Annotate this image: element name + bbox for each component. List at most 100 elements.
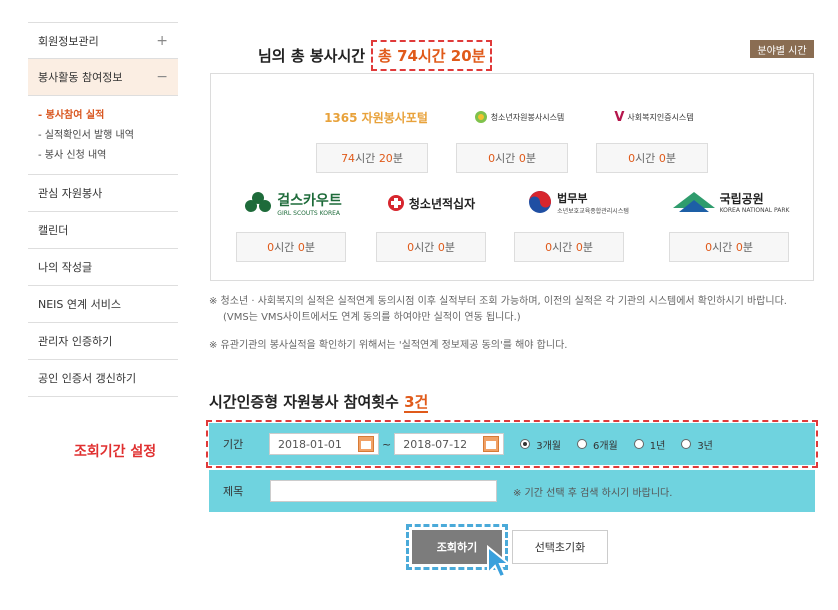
hours-youth-volunteer: 0 시간 0분	[456, 143, 568, 173]
radio-1-year[interactable]: 1년	[633, 437, 666, 452]
sidebar-item-neis[interactable]: NEIS 연계 서비스	[28, 286, 178, 323]
sidebar-submenu: - 봉사참여 실적 - 실적확인서 발행 내역 - 봉사 신청 내역	[28, 96, 178, 175]
sidebar-subitem-certificate[interactable]: - 실적확인서 발행 내역	[38, 126, 168, 146]
hours-unit: 시간	[355, 152, 376, 165]
hours-unit: 시간	[414, 241, 435, 254]
hours-national-park: 0 시간 0분	[669, 232, 789, 262]
logo-girl-scouts: 걸스카우트 GIRL SCOUTS KOREA	[231, 186, 356, 220]
reset-button[interactable]: 선택초기화	[512, 530, 608, 564]
radio-label: 3개월	[536, 440, 561, 452]
field-hours-button[interactable]: 분야별 시간	[750, 40, 814, 58]
radio-3-months[interactable]: 3개월	[520, 437, 561, 452]
period-label: 기간	[223, 438, 244, 451]
logo-ministry-justice-sub: 소년보호교육종합관리시스템	[557, 207, 629, 215]
logo-national-park-sub: KOREA NATIONAL PARK	[719, 207, 790, 214]
notice-line-2: (VMS는 VMS사이트에서도 연계 동의를 하여야만 실적이 연동 됩니다.)	[223, 312, 521, 323]
radio-6-months[interactable]: 6개월	[576, 437, 618, 452]
hours-num: 0	[705, 240, 713, 254]
period-setting-annotation: 조회기간 설정	[74, 444, 157, 460]
radio-3-years[interactable]: 3년	[681, 437, 713, 452]
participation-count-value: 3건	[404, 393, 429, 413]
min-unit: 분	[525, 152, 536, 165]
min-num: 0	[297, 240, 305, 254]
logo-youth-volunteer: 청소년자원봉사시스템	[469, 104, 569, 130]
sidebar-subitem-applications[interactable]: - 봉사 신청 내역	[38, 146, 168, 166]
logo-youth-red-cross: 청소년적십자	[376, 190, 486, 216]
sidebar-item-label: 캘린더	[38, 224, 69, 237]
sidebar-item-admin-auth[interactable]: 관리자 인증하기	[28, 323, 178, 360]
sidebar-item-calendar[interactable]: 캘린더	[28, 212, 178, 249]
v-logo-icon: V	[614, 109, 625, 125]
sidebar-item-label: 봉사활동 참여정보	[38, 71, 123, 84]
sidebar-item-label: NEIS 연계 서비스	[38, 298, 121, 311]
min-num: 20	[378, 151, 393, 165]
hours-unit: 시간	[635, 152, 656, 165]
sidebar-item-cert-renew[interactable]: 공인 인증서 갱신하기	[28, 360, 178, 397]
sidebar-item-member-info[interactable]: 회원정보관리 +	[28, 22, 178, 59]
clover-icon	[245, 192, 272, 212]
title-search-row: 제목 ※ 기간 선택 후 검색 하시기 바랍니다.	[209, 470, 815, 512]
logo-national-park-text: 국립공원	[719, 192, 764, 206]
calendar-icon[interactable]	[358, 436, 374, 452]
participation-count-heading: 시간인증형 자원봉사 참여횟수 3건	[209, 391, 429, 413]
radio-dot[interactable]	[576, 439, 587, 449]
radio-dot[interactable]	[681, 439, 692, 449]
end-date-value: 2018-07-12	[403, 437, 468, 451]
radio-label: 6개월	[592, 440, 618, 452]
title-input[interactable]	[270, 480, 497, 502]
logo-social-welfare: V 사회복지인증시스템	[609, 104, 699, 130]
title-label: 제목	[223, 485, 244, 498]
logo-girl-scouts-text: 걸스카우트	[277, 192, 342, 209]
logo-national-park: 국립공원 KOREA NATIONAL PARK	[666, 187, 796, 217]
hours-unit: 시간	[712, 241, 733, 254]
hours-unit: 시간	[495, 152, 516, 165]
hours-ministry-justice: 0 시간 0분	[514, 232, 624, 262]
radio-dot[interactable]	[520, 439, 531, 449]
logo-1365: 1365 자원봉사포털	[316, 104, 436, 130]
plus-icon[interactable]: +	[156, 33, 168, 49]
hours-num: 0	[488, 151, 496, 165]
min-num: 0	[437, 240, 445, 254]
participation-count-title: 시간인증형 자원봉사 참여횟수	[209, 393, 399, 411]
period-search-row: 기간 2018-01-01 ~ 2018-07-12 3개월 6개월 1년 3년	[206, 420, 818, 468]
min-unit: 분	[665, 152, 676, 165]
sidebar-item-interest[interactable]: 관심 자원봉사	[28, 175, 178, 212]
sidebar-item-label: 관리자 인증하기	[38, 335, 113, 348]
logo-social-welfare-text: 사회복지인증시스템	[627, 112, 694, 122]
radio-dot[interactable]	[633, 439, 644, 449]
start-date-input[interactable]: 2018-01-01	[269, 433, 379, 455]
hours-social-welfare: 0 시간 0분	[596, 143, 708, 173]
sidebar: 회원정보관리 + 봉사활동 참여정보 − - 봉사참여 실적 - 실적확인서 발…	[28, 22, 178, 397]
min-unit: 분	[582, 241, 593, 254]
radio-label: 1년	[649, 440, 666, 452]
logo-girl-scouts-sub: GIRL SCOUTS KOREA	[277, 209, 341, 217]
hours-num: 0	[407, 240, 415, 254]
min-unit: 분	[392, 152, 403, 165]
radio-label: 3년	[697, 440, 713, 452]
sidebar-item-volunteer-info[interactable]: 봉사활동 참여정보 −	[28, 59, 178, 96]
minus-icon[interactable]: −	[156, 69, 168, 85]
search-hint: ※ 기간 선택 후 검색 하시기 바랍니다.	[513, 487, 673, 499]
min-num: 0	[575, 240, 583, 254]
min-unit: 분	[742, 241, 753, 254]
mountain-icon	[672, 192, 715, 212]
notice-text: ※ 청소년 · 사회복지의 실적은 실적연계 동의시점 이후 실적부터 조회 가…	[209, 294, 809, 354]
min-num: 0	[735, 240, 743, 254]
sidebar-item-label: 나의 작성글	[38, 261, 93, 274]
logo-1365-text: 1365 자원봉사포털	[324, 110, 428, 125]
hours-unit: 시간	[552, 241, 573, 254]
taegeuk-icon	[529, 191, 552, 213]
hours-1365: 74 시간 20 분	[316, 143, 428, 173]
calendar-icon[interactable]	[483, 436, 500, 452]
hours-num: 0	[267, 240, 275, 254]
red-cross-icon	[387, 195, 404, 211]
sidebar-subitem-records[interactable]: - 봉사참여 실적	[38, 106, 168, 126]
mouse-cursor-icon	[487, 545, 512, 579]
youth-volunteer-icon	[474, 111, 487, 123]
end-date-input[interactable]: 2018-07-12	[394, 433, 505, 455]
hours-num: 0	[628, 151, 636, 165]
sidebar-item-my-posts[interactable]: 나의 작성글	[28, 249, 178, 286]
logo-ministry-justice: 법무부 소년보호교육종합관리시스템	[511, 187, 646, 217]
notice-line-3: ※ 유관기관의 봉사실적을 확인하기 위해서는 '실적연계 정보제공 동의'를 …	[209, 340, 568, 351]
total-hours-heading: 님의 총 봉사시간 총 74시간 20분	[258, 40, 493, 71]
